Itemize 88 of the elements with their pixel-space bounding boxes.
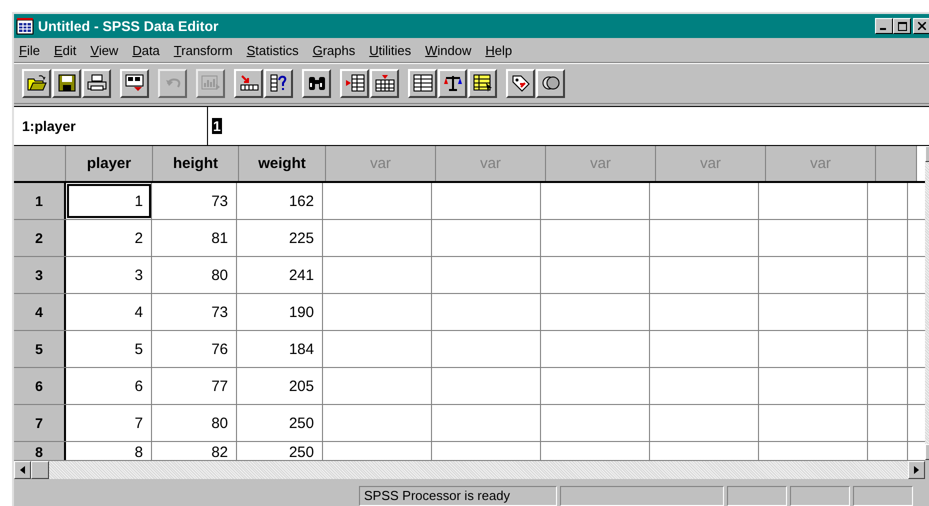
menu-item[interactable]: Help <box>485 42 512 58</box>
row-header[interactable]: 2 <box>14 220 66 256</box>
spreadsheet-icon <box>16 17 34 35</box>
row-header[interactable]: 6 <box>14 368 66 404</box>
table-cell: 1 <box>66 183 152 219</box>
toolbar-button[interactable] <box>120 68 149 98</box>
menu-item[interactable]: Data <box>132 42 160 58</box>
row-header[interactable]: 4 <box>14 294 66 330</box>
column-header[interactable]: player <box>66 146 153 181</box>
toolbar-button[interactable] <box>438 68 467 98</box>
menu-item[interactable]: Utilities <box>369 42 412 58</box>
scroll-thumb[interactable] <box>31 461 49 479</box>
table-cell: 250 <box>237 405 323 441</box>
close-icon <box>918 22 926 30</box>
status-pane <box>790 486 850 506</box>
column-header[interactable]: height <box>153 146 239 181</box>
table-cell: 205 <box>237 368 323 404</box>
table-cell: 80 <box>152 257 237 293</box>
binoculars-icon <box>306 74 326 92</box>
toolbar-button[interactable] <box>536 68 565 98</box>
maximize-button[interactable] <box>893 18 911 34</box>
table-cell: 76 <box>152 331 237 367</box>
toolbar-button[interactable] <box>340 68 369 98</box>
toolbar-button[interactable] <box>506 68 535 98</box>
menu-item[interactable]: Graphs <box>312 42 356 58</box>
row-header[interactable]: 5 <box>14 331 66 367</box>
table-cell: 184 <box>237 331 323 367</box>
toolbar-button[interactable] <box>264 68 293 98</box>
cell-reference: 1:player <box>14 107 208 145</box>
insert-column-icon <box>374 74 394 92</box>
status-pane <box>853 486 913 506</box>
folder-icon <box>26 74 46 92</box>
printer-icon <box>86 74 106 92</box>
horizontal-scrollbar[interactable] <box>14 460 925 479</box>
table-cell: 7 <box>66 405 152 441</box>
status-message: SPSS Processor is ready <box>359 486 557 506</box>
dialog-icon <box>124 74 144 92</box>
menu-item[interactable]: File <box>19 42 40 58</box>
table-cell: 77 <box>152 368 237 404</box>
menu-item[interactable]: Window <box>425 42 472 58</box>
toolbar-button[interactable] <box>370 68 399 98</box>
maximize-icon <box>898 22 906 30</box>
row-header[interactable]: 8 <box>14 442 66 460</box>
toolbar-button[interactable] <box>302 68 331 98</box>
table-cell: 2 <box>66 220 152 256</box>
window-title: Untitled - SPSS Data Editor <box>38 18 218 34</box>
chart-icon <box>200 74 220 92</box>
left-arrow-icon <box>20 466 25 474</box>
toolbar-button[interactable] <box>52 68 81 98</box>
variable-info-icon <box>268 74 288 92</box>
table-cell: 5 <box>66 331 152 367</box>
column-header[interactable]: weight <box>239 146 326 181</box>
row-header[interactable]: 3 <box>14 257 66 293</box>
close-button[interactable] <box>913 18 929 34</box>
table-cell: 80 <box>152 405 237 441</box>
row-header[interactable]: 1 <box>14 183 66 219</box>
scales-icon <box>442 74 462 92</box>
table-cell: 190 <box>237 294 323 330</box>
table-cell: 81 <box>152 220 237 256</box>
table-cell: 162 <box>237 183 323 219</box>
table-cell: 73 <box>152 183 237 219</box>
table-cell: 225 <box>237 220 323 256</box>
toolbar-button[interactable] <box>408 68 437 98</box>
table-cell: 73 <box>152 294 237 330</box>
table-cell: 4 <box>66 294 152 330</box>
table-icon <box>412 74 432 92</box>
menu-item[interactable]: Edit <box>54 42 76 58</box>
tag-icon <box>510 74 530 92</box>
row-header[interactable]: 7 <box>14 405 66 441</box>
overlapping-circles-icon <box>540 74 560 92</box>
toolbar-button[interactable] <box>468 68 497 98</box>
table-cell: 241 <box>237 257 323 293</box>
toolbar-button[interactable] <box>234 68 263 98</box>
scroll-left-button[interactable] <box>14 461 31 479</box>
table-cell: 6 <box>66 368 152 404</box>
toolbar-button[interactable] <box>22 68 51 98</box>
select-table-icon <box>472 74 492 92</box>
insert-row-icon <box>344 74 364 92</box>
goto-case-icon <box>238 74 258 92</box>
menu-item[interactable]: View <box>90 42 118 58</box>
right-arrow-icon <box>914 466 919 474</box>
table-cell: 3 <box>66 257 152 293</box>
scroll-right-button[interactable] <box>908 461 925 479</box>
minimize-button[interactable] <box>875 18 893 34</box>
menu-item[interactable]: Transform <box>174 42 233 58</box>
status-pane <box>727 486 787 506</box>
toolbar-button[interactable] <box>82 68 111 98</box>
menu-item[interactable]: Statistics <box>246 42 299 58</box>
